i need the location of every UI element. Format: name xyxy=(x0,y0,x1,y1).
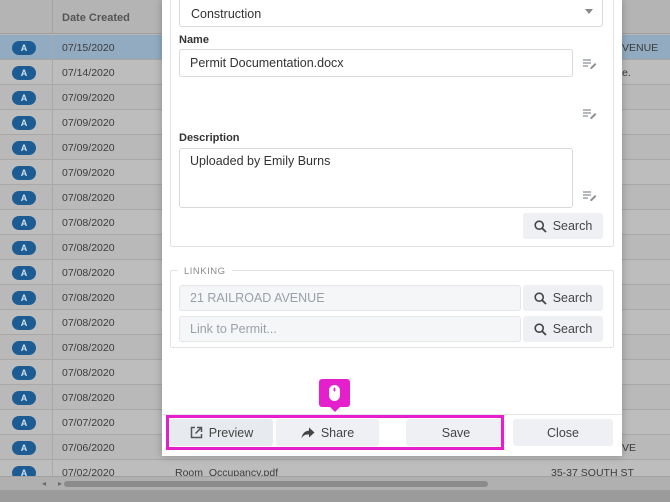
address-cell: e. xyxy=(622,67,631,79)
column-divider xyxy=(52,0,53,34)
status-badge: A xyxy=(12,291,36,305)
date-cell: 07/08/2020 xyxy=(62,317,115,329)
column-header-date-created[interactable]: Date Created xyxy=(62,12,130,24)
date-cell: 07/09/2020 xyxy=(62,142,115,154)
status-badge: A xyxy=(12,366,36,380)
scroll-right-icon[interactable]: ▸ xyxy=(58,479,62,488)
status-badge: A xyxy=(12,66,36,80)
column-divider xyxy=(52,285,53,310)
address-cell: VE xyxy=(622,442,637,454)
column-divider xyxy=(52,210,53,235)
date-cell: 07/09/2020 xyxy=(62,117,115,129)
status-badge: A xyxy=(12,341,36,355)
permit-search-label: Search xyxy=(552,322,593,336)
column-divider xyxy=(52,135,53,160)
date-cell: 07/09/2020 xyxy=(62,167,115,179)
permit-search-button[interactable]: Search xyxy=(523,316,603,342)
search-button-label: Search xyxy=(552,219,593,233)
column-divider xyxy=(52,185,53,210)
search-icon xyxy=(534,291,547,305)
scroll-left-icon[interactable]: ◂ xyxy=(42,479,46,488)
name-label: Name xyxy=(179,34,209,46)
date-cell: 07/08/2020 xyxy=(62,217,115,229)
linking-legend: LINKING xyxy=(178,266,232,277)
date-cell: 07/08/2020 xyxy=(62,392,115,404)
status-badge: A xyxy=(12,166,36,180)
status-badge: A xyxy=(12,116,36,130)
category-select[interactable]: Construction xyxy=(179,0,603,27)
address-cell: VENUE xyxy=(622,42,659,54)
address-search-label: Search xyxy=(552,291,593,305)
date-cell: 07/08/2020 xyxy=(62,342,115,354)
status-badge: A xyxy=(12,316,36,330)
address-search-button[interactable]: Search xyxy=(523,285,603,311)
edit-list-icon[interactable] xyxy=(583,109,597,119)
column-divider xyxy=(52,435,53,460)
column-divider xyxy=(52,260,53,285)
horizontal-scrollbar[interactable]: ◂ ▸ xyxy=(0,476,670,490)
column-divider xyxy=(52,360,53,385)
date-cell: 07/06/2020 xyxy=(62,442,115,454)
date-cell: 07/08/2020 xyxy=(62,192,115,204)
status-badge: A xyxy=(12,91,36,105)
column-divider xyxy=(52,110,53,135)
description-label: Description xyxy=(179,132,240,144)
column-divider xyxy=(52,335,53,360)
date-cell: 07/07/2020 xyxy=(62,417,115,429)
chevron-down-icon xyxy=(585,9,593,14)
status-badge: A xyxy=(12,41,36,55)
date-cell: 07/08/2020 xyxy=(62,267,115,279)
search-icon xyxy=(534,219,547,233)
description-field[interactable]: Uploaded by Emily Burns xyxy=(179,148,573,208)
scrollbar-thumb[interactable] xyxy=(64,481,488,487)
column-divider xyxy=(52,35,53,60)
grid-footer xyxy=(0,490,670,502)
status-badge: A xyxy=(12,216,36,230)
status-badge: A xyxy=(12,266,36,280)
status-badge: A xyxy=(12,441,36,455)
search-button[interactable]: Search xyxy=(523,213,603,239)
close-label: Close xyxy=(547,425,579,440)
column-divider xyxy=(52,85,53,110)
status-badge: A xyxy=(12,416,36,430)
date-cell: 07/08/2020 xyxy=(62,367,115,379)
name-field[interactable]: Permit Documentation.docx xyxy=(179,49,573,77)
edit-list-icon[interactable] xyxy=(583,191,597,201)
column-divider xyxy=(52,160,53,185)
address-link-field[interactable]: 21 RAILROAD AVENUE xyxy=(179,285,521,311)
permit-link-field[interactable]: Link to Permit... xyxy=(179,316,521,342)
date-cell: 07/14/2020 xyxy=(62,67,115,79)
status-badge: A xyxy=(12,191,36,205)
search-icon xyxy=(534,322,547,336)
status-badge: A xyxy=(12,141,36,155)
highlight-box xyxy=(166,415,504,450)
status-badge: A xyxy=(12,391,36,405)
date-cell: 07/15/2020 xyxy=(62,42,115,54)
status-badge: A xyxy=(12,241,36,255)
date-cell: 07/08/2020 xyxy=(62,292,115,304)
column-divider xyxy=(52,60,53,85)
column-divider xyxy=(52,385,53,410)
column-divider xyxy=(52,310,53,335)
date-cell: 07/09/2020 xyxy=(62,92,115,104)
column-divider xyxy=(52,235,53,260)
close-button[interactable]: Close xyxy=(513,419,613,446)
date-cell: 07/08/2020 xyxy=(62,242,115,254)
click-indicator xyxy=(319,379,350,412)
document-details-section xyxy=(170,0,614,247)
edit-list-icon[interactable] xyxy=(583,59,597,69)
column-divider xyxy=(52,410,53,435)
category-select-value: Construction xyxy=(191,7,262,21)
